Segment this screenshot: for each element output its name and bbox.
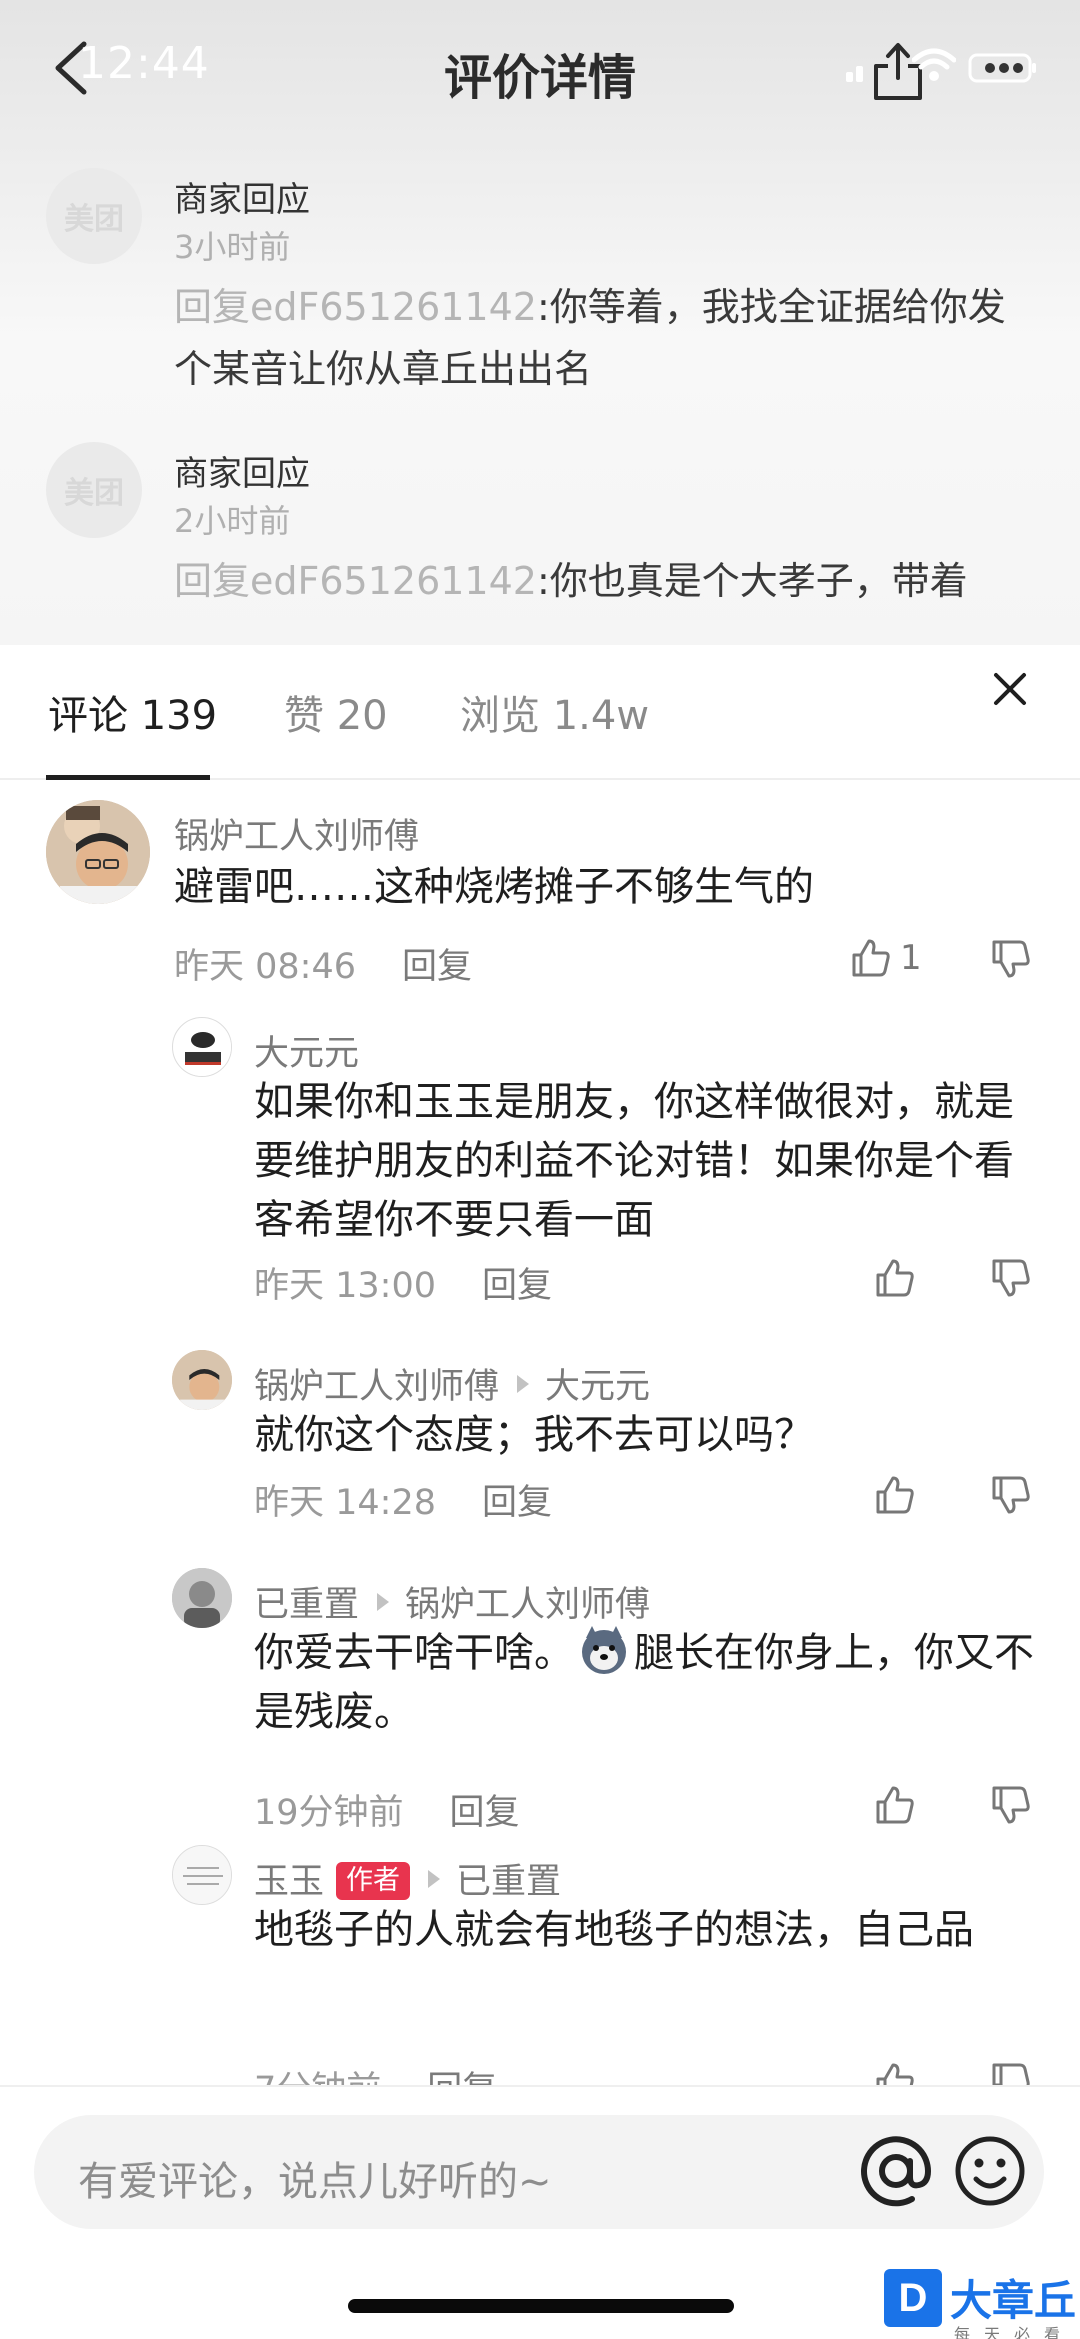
close-icon[interactable] bbox=[990, 669, 1030, 709]
thumbs-up-icon[interactable] bbox=[874, 1784, 916, 1826]
comment-input-placeholder: 有爱评论，说点儿好听的~ bbox=[78, 2159, 552, 2205]
comment-text: 就你这个态度；我不去可以吗？ bbox=[254, 1412, 814, 1458]
comment-text: 避雷吧……这种烧烤摊子不够生气的 bbox=[174, 864, 814, 910]
reply-target: 回复edF651261142 bbox=[174, 285, 537, 329]
reply-target: 回复edF651261142 bbox=[174, 559, 537, 603]
watermark-logo: D 大章丘 每天必看 bbox=[880, 2267, 1080, 2339]
thumbs-down-icon[interactable] bbox=[990, 1257, 1032, 1299]
comment-author[interactable]: 玉玉 bbox=[254, 1862, 324, 1902]
meituan-avatar: 美团 bbox=[46, 168, 142, 264]
status-bar: 12:44 评价详情 bbox=[0, 0, 1080, 140]
tab-views[interactable]: 浏览 1.4w bbox=[460, 683, 649, 741]
thumbs-up-icon bbox=[852, 939, 890, 977]
merchant-reply-time: 2小时前 bbox=[174, 502, 291, 540]
user-photo-icon bbox=[172, 1350, 232, 1410]
comment-time: 19分钟前 bbox=[254, 1793, 404, 1833]
comment-author[interactable]: 锅炉工人刘师傅 bbox=[254, 1367, 499, 1407]
merchant-reply-time: 3小时前 bbox=[174, 228, 291, 266]
merchant-reply-text: 回复edF651261142:你等着，我找全证据给你发个某音让你从章丘出出名 bbox=[174, 276, 1034, 400]
comment-author-line: 已重置 锅炉工人刘师傅 bbox=[254, 1576, 650, 1627]
comment-tabs: 评论 139 赞 20 浏览 1.4w bbox=[0, 645, 1080, 780]
like-count: 1 bbox=[900, 938, 922, 978]
merchant-name: 商家回应 bbox=[174, 454, 310, 494]
comment-author[interactable]: 已重置 bbox=[254, 1585, 359, 1625]
reply-button[interactable]: 回复 bbox=[482, 1483, 552, 1523]
thumbs-down-icon[interactable] bbox=[990, 938, 1032, 980]
reply-button[interactable]: 回复 bbox=[450, 1793, 520, 1833]
user-photo-icon bbox=[46, 800, 150, 904]
user-logo-icon bbox=[173, 1846, 231, 1904]
comment-meta: 昨天 14:28 回复 bbox=[254, 1474, 552, 1525]
watermark-logo-mark: D bbox=[884, 2269, 942, 2327]
comment-author[interactable]: 大元元 bbox=[254, 1025, 359, 1076]
tab-likes[interactable]: 赞 20 bbox=[284, 683, 388, 741]
reply-button[interactable]: 回复 bbox=[482, 1266, 552, 1306]
avatar[interactable] bbox=[172, 1350, 232, 1410]
reply-arrow-icon bbox=[428, 1870, 441, 1888]
tab-comments[interactable]: 评论 139 bbox=[48, 683, 217, 741]
user-logo-icon bbox=[174, 1019, 231, 1076]
comment-author[interactable]: 锅炉工人刘师傅 bbox=[174, 808, 419, 859]
reply-arrow-icon bbox=[377, 1593, 390, 1611]
comment-meta: 昨天 08:46 回复 bbox=[174, 938, 472, 989]
comment-text: 如果你和玉玉是朋友，你这样做很对，就是要维护朋友的利益不论对错！如果你是个看客希… bbox=[254, 1079, 1014, 1243]
thumbs-up-icon[interactable] bbox=[874, 1257, 916, 1299]
emoji-icon[interactable] bbox=[952, 2133, 1028, 2209]
reply-to-user[interactable]: 大元元 bbox=[545, 1367, 650, 1407]
merchant-name: 商家回应 bbox=[174, 180, 310, 220]
review-detail-background: 12:44 评价详情 美团 商家回应 3小时前 回复edF651261142:你… bbox=[0, 0, 1080, 645]
mention-at-icon[interactable] bbox=[856, 2131, 936, 2211]
comment-time: 昨天 08:46 bbox=[174, 947, 356, 987]
thumbs-down-icon[interactable] bbox=[990, 1784, 1032, 1826]
comment-input[interactable]: 有爱评论，说点儿好听的~ bbox=[34, 2115, 1044, 2229]
reply-to-user[interactable]: 锅炉工人刘师傅 bbox=[405, 1585, 650, 1625]
home-indicator bbox=[348, 2299, 734, 2313]
avatar[interactable] bbox=[46, 800, 150, 904]
wifi-icon bbox=[912, 48, 956, 81]
avatar[interactable] bbox=[172, 1568, 232, 1628]
comment-author-line: 锅炉工人刘师傅 大元元 bbox=[254, 1358, 650, 1409]
watermark-brand: 大章丘 bbox=[950, 2276, 1077, 2325]
reply-arrow-icon bbox=[517, 1375, 530, 1393]
thumbs-down-icon[interactable] bbox=[990, 1474, 1032, 1516]
meituan-avatar: 美团 bbox=[46, 442, 142, 538]
comment-time: 昨天 13:00 bbox=[254, 1266, 436, 1306]
like-button[interactable]: 1 bbox=[850, 936, 922, 980]
comment-meta: 19分钟前 回复 bbox=[254, 1784, 520, 1835]
comment-author-line: 玉玉 作者 已重置 bbox=[254, 1853, 561, 1904]
merchant-reply-body: :你也真是个大孝子，带着 bbox=[536, 559, 968, 603]
husky-emoji-icon bbox=[582, 1626, 626, 1674]
comment-input-bar: 有爱评论，说点儿好听的~ D 大章丘 每天必看 bbox=[0, 2085, 1080, 2339]
user-photo-icon bbox=[172, 1568, 232, 1628]
avatar[interactable] bbox=[172, 1845, 232, 1905]
comment-text-part: 你爱去干啥干啥。 bbox=[254, 1630, 574, 1676]
active-tab-indicator bbox=[46, 775, 210, 780]
merchant-reply-text: 回复edF651261142:你也真是个大孝子，带着 bbox=[174, 550, 1034, 612]
comment-text: 地毯子的人就会有地毯子的想法，自己品 bbox=[254, 1907, 974, 1953]
cellular-signal-icon bbox=[846, 66, 863, 82]
thumbs-up-icon[interactable] bbox=[874, 1474, 916, 1516]
battery-icon bbox=[968, 53, 1036, 83]
watermark-tagline: 每天必看 bbox=[954, 2325, 1075, 2339]
comment-meta: 昨天 13:00 回复 bbox=[254, 1257, 552, 1308]
reply-button[interactable]: 回复 bbox=[402, 947, 472, 987]
avatar[interactable] bbox=[172, 1017, 232, 1077]
reply-to-user[interactable]: 已重置 bbox=[456, 1862, 561, 1902]
comment-text: 你爱去干啥干啥。 腿长在你身上，你又不是残废。 bbox=[254, 1624, 1034, 1742]
author-badge: 作者 bbox=[336, 1862, 411, 1900]
comment-time: 昨天 14:28 bbox=[254, 1483, 436, 1523]
